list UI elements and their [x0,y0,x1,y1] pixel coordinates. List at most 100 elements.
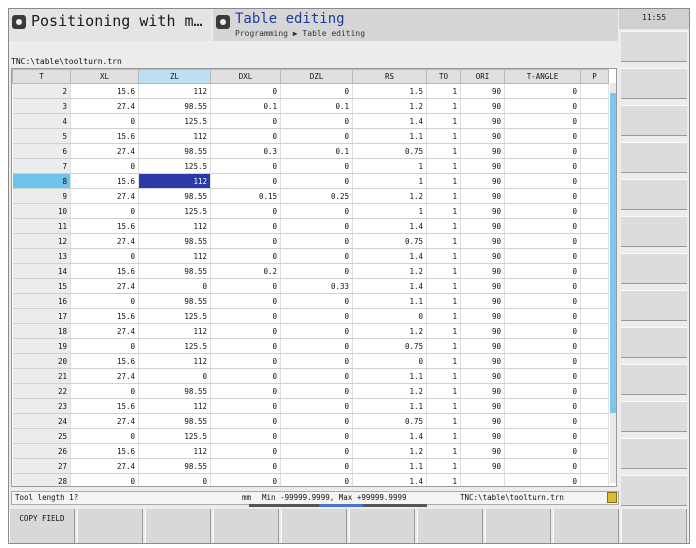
table-cell[interactable]: 0 [210,128,281,144]
table-cell[interactable]: 27.4 [70,368,139,384]
table-cell[interactable]: 1 [426,83,461,99]
table-row[interactable]: 15 27.4 0 0 0.33 1.4 1 90 0 [12,278,609,294]
table-cell[interactable]: 1 [352,203,427,219]
table-cell[interactable]: 0.75 [352,413,427,429]
table-cell[interactable]: 90 [460,158,505,174]
table-cell[interactable]: 98.55 [138,383,211,399]
table-cell[interactable]: 27.4 [70,188,139,204]
table-cell[interactable]: 0 [280,458,353,474]
table-cell[interactable]: 90 [460,308,505,324]
table-cell[interactable] [580,128,609,144]
table-cell[interactable]: 1 [426,368,461,384]
column-header-ori[interactable]: ORI [460,69,505,84]
table-row[interactable]: 2 15.6 112 0 0 1.5 1 90 0 [12,83,609,99]
table-cell[interactable]: 1 [426,398,461,414]
table-cell[interactable]: 0 [280,443,353,459]
table-cell[interactable] [580,98,609,114]
table-cell[interactable]: 0 [70,113,139,129]
table-cell[interactable] [580,203,609,219]
table-cell[interactable]: 98.55 [138,458,211,474]
table-cell[interactable]: 1.4 [352,473,427,486]
table-cell[interactable]: 0 [280,323,353,339]
table-row[interactable]: 9 27.4 98.55 0.15 0.25 1.2 1 90 0 [12,188,609,204]
vertical-softkey[interactable] [621,327,687,358]
table-cell[interactable]: 1 [352,173,427,189]
table-cell[interactable] [580,428,609,444]
table-cell[interactable]: 0 [70,158,139,174]
table-cell[interactable]: 0.1 [280,143,353,159]
table-cell[interactable]: 1.4 [352,428,427,444]
softkey-copy-field[interactable]: COPY FIELD [9,509,75,543]
table-cell[interactable]: 1 [426,173,461,189]
table-cell[interactable]: 7 [12,158,71,174]
table-cell[interactable]: 125.5 [138,113,211,129]
table-cell[interactable]: 112 [138,248,211,264]
table-cell[interactable]: 0 [210,368,281,384]
column-header-p[interactable]: P [580,69,609,84]
table-cell[interactable]: 2 [12,83,71,99]
table-cell[interactable]: 1.2 [352,188,427,204]
table-cell[interactable]: 90 [460,263,505,279]
table-cell[interactable]: 15.6 [70,83,139,99]
softkey[interactable] [349,509,415,543]
softkey[interactable] [553,509,619,543]
table-cell[interactable] [580,383,609,399]
table-cell[interactable]: 0 [210,323,281,339]
table-cell[interactable]: 17 [12,308,71,324]
table-row[interactable]: 12 27.4 98.55 0 0 0.75 1 90 0 [12,233,609,249]
table-cell[interactable]: 27.4 [70,143,139,159]
table-cell[interactable]: 0 [210,278,281,294]
table-cell[interactable]: 27.4 [70,323,139,339]
table-cell[interactable]: 27.4 [70,413,139,429]
table-cell[interactable]: 0 [280,383,353,399]
table-cell[interactable]: 0 [280,338,353,354]
table-cell[interactable]: 0 [70,293,139,309]
table-cell[interactable]: 90 [460,458,505,474]
table-cell[interactable]: 25 [12,428,71,444]
table-cell[interactable]: 0.75 [352,233,427,249]
table-cell[interactable] [580,278,609,294]
table-cell[interactable]: 0 [210,173,281,189]
table-cell[interactable]: 0 [210,473,281,486]
table-cell[interactable]: 1 [426,338,461,354]
table-cell[interactable]: 90 [460,353,505,369]
table-cell[interactable]: 0 [70,338,139,354]
table-cell[interactable]: 1 [426,263,461,279]
table-cell[interactable]: 0 [280,293,353,309]
table-cell[interactable]: 0 [210,398,281,414]
table-cell[interactable]: 0 [70,383,139,399]
table-cell[interactable]: 0 [210,113,281,129]
table-cell[interactable]: 90 [460,293,505,309]
vertical-softkey[interactable] [621,68,687,99]
table-cell[interactable] [580,143,609,159]
table-cell[interactable]: 1 [426,188,461,204]
table-cell[interactable]: 0 [504,413,581,429]
column-header-t[interactable]: T [12,69,71,84]
table-cell[interactable]: 0.33 [280,278,353,294]
table-row[interactable]: 6 27.4 98.55 0.3 0.1 0.75 1 90 0 [12,143,609,159]
table-cell[interactable]: 0 [280,173,353,189]
vertical-softkey[interactable] [621,142,687,173]
table-cell[interactable]: 0 [210,233,281,249]
table-cell[interactable]: 0 [504,203,581,219]
table-cell[interactable]: 1 [426,458,461,474]
table-cell[interactable]: 0 [280,233,353,249]
table-cell[interactable]: 90 [460,233,505,249]
vertical-softkey[interactable] [621,364,687,395]
table-cell[interactable]: 90 [460,383,505,399]
table-cell[interactable]: 0 [210,443,281,459]
table-cell[interactable]: 0 [504,218,581,234]
column-header-to[interactable]: TO [426,69,461,84]
table-cell[interactable] [580,188,609,204]
column-header-xl[interactable]: XL [70,69,139,84]
table-cell[interactable]: 90 [460,428,505,444]
table-cell[interactable] [580,353,609,369]
vertical-softkey[interactable] [621,216,687,247]
table-cell[interactable]: 0 [504,293,581,309]
table-cell[interactable]: 13 [12,248,71,264]
table-cell[interactable]: 1.4 [352,113,427,129]
table-cell[interactable]: 5 [12,128,71,144]
table-cell[interactable]: 1 [426,473,461,486]
table-cell[interactable]: 90 [460,188,505,204]
table-cell[interactable]: 15.6 [70,398,139,414]
